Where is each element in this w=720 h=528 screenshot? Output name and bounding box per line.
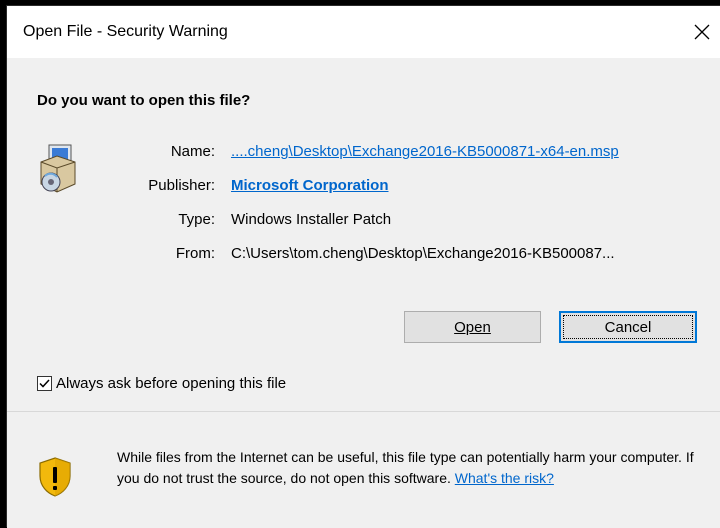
security-warning-dialog: Open File - Security Warning Do you want… bbox=[6, 5, 720, 528]
title-bar: Open File - Security Warning bbox=[7, 6, 720, 58]
always-ask-label: Always ask before opening this file bbox=[56, 375, 287, 392]
publisher-label: Publisher: bbox=[148, 177, 215, 194]
close-icon bbox=[694, 24, 710, 40]
always-ask-checkbox[interactable] bbox=[37, 376, 52, 391]
cancel-button[interactable]: Cancel bbox=[559, 311, 697, 343]
dialog-question: Do you want to open this file? bbox=[37, 92, 251, 109]
close-button[interactable] bbox=[684, 12, 720, 52]
publisher-link[interactable]: Microsoft Corporation bbox=[231, 177, 389, 194]
from-label: From: bbox=[175, 245, 215, 262]
type-label: Type: bbox=[178, 211, 215, 228]
file-name-link[interactable]: ....cheng\Desktop\Exchange2016-KB5000871… bbox=[231, 143, 619, 160]
warning-text: While files from the Internet can be use… bbox=[117, 449, 694, 486]
window-title: Open File - Security Warning bbox=[23, 23, 228, 40]
shield-warning-icon bbox=[39, 457, 71, 497]
open-button-label: Open bbox=[454, 318, 491, 336]
checkmark-icon bbox=[39, 379, 50, 388]
name-label: Name: bbox=[170, 143, 215, 160]
from-value: C:\Users\tom.cheng\Desktop\Exchange2016-… bbox=[231, 245, 615, 262]
always-ask-checkbox-row[interactable]: Always ask before opening this file bbox=[37, 375, 286, 392]
focus-rectangle bbox=[563, 315, 693, 339]
installer-package-icon bbox=[40, 144, 76, 193]
warning-message: While files from the Internet can be use… bbox=[117, 447, 707, 489]
whats-the-risk-link[interactable]: What's the risk? bbox=[455, 470, 554, 486]
open-button[interactable]: Open bbox=[404, 311, 541, 343]
warning-section: While files from the Internet can be use… bbox=[7, 412, 720, 528]
type-value: Windows Installer Patch bbox=[231, 211, 392, 228]
